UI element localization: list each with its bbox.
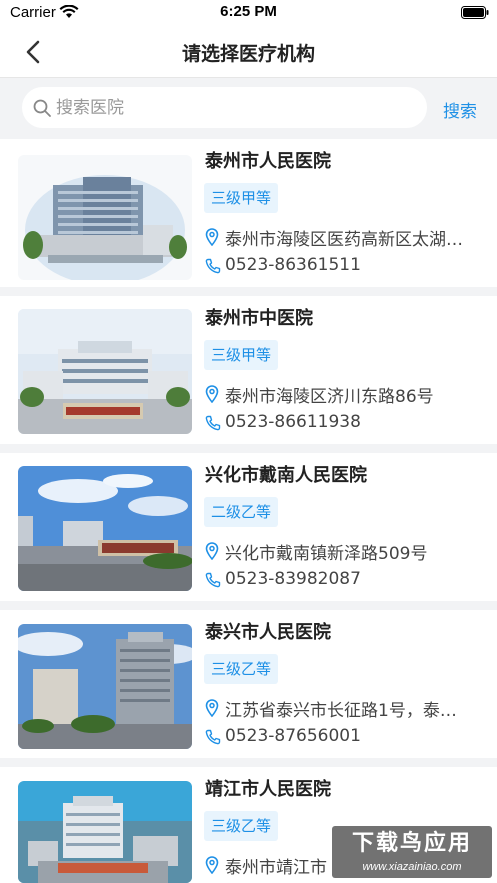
hospital-card[interactable]: 泰州市中医院 三级甲等 泰州市海陵区济川东路86号 0523-86611938 (0, 296, 497, 444)
search-button[interactable]: 搜索 (443, 97, 477, 122)
hospital-address: 泰州市海陵区济川东路86号 (225, 387, 434, 407)
address-row: 江苏省泰兴市长征路1号，泰… (205, 696, 493, 721)
hospital-photo (18, 781, 192, 883)
search-input[interactable] (56, 87, 416, 128)
status-bar: Carrier 6:25 PM (0, 0, 497, 26)
hospital-photo (18, 466, 192, 591)
hospital-card[interactable]: 泰州市人民医院 三级甲等 泰州市海陵区医药高新区太湖… 0523-8636151… (0, 139, 497, 287)
level-badge: 二级乙等 (204, 497, 279, 527)
search-box[interactable] (22, 87, 427, 128)
status-time: 6:25 PM (220, 3, 277, 20)
watermark-logo: 下载鸟应用 www.xiazainiao.com (332, 826, 492, 878)
level-badge: 三级乙等 (204, 811, 279, 841)
location-pin-icon (205, 699, 219, 717)
phone-icon (205, 258, 221, 274)
page-title: 请选择医疗机构 (181, 43, 315, 65)
phone-icon (205, 415, 221, 431)
phone-row: 0523-86361511 (205, 255, 493, 279)
hospital-photo (18, 155, 192, 280)
search-bar: 搜索 (0, 78, 497, 139)
hospital-address: 江苏省泰兴市长征路1号，泰… (225, 701, 457, 721)
hospital-card[interactable]: 兴化市戴南人民医院 二级乙等 兴化市戴南镇新泽路509号 0523-839820… (0, 453, 497, 601)
hospital-name: 靖江市人民医院 (205, 779, 331, 800)
hospital-card[interactable]: 泰兴市人民医院 三级乙等 江苏省泰兴市长征路1号，泰… 0523-8765600… (0, 610, 497, 758)
search-icon (33, 99, 51, 117)
hospital-name: 泰州市人民医院 (205, 151, 331, 172)
phone-row: 0523-87656001 (205, 726, 493, 750)
watermark-title: 下载鸟应用 (351, 831, 472, 856)
hospital-phone: 0523-86361511 (225, 255, 361, 275)
hospital-name: 泰兴市人民医院 (205, 622, 331, 643)
location-pin-icon (205, 228, 219, 246)
hospital-photo (18, 309, 192, 434)
hospital-phone: 0523-83982087 (225, 569, 361, 589)
address-row: 泰州市海陵区医药高新区太湖… (205, 225, 493, 250)
location-pin-icon (205, 856, 219, 874)
level-badge: 三级乙等 (204, 654, 279, 684)
phone-row: 0523-86611938 (205, 412, 493, 436)
location-pin-icon (205, 542, 219, 560)
phone-row: 0523-83982087 (205, 569, 493, 593)
location-pin-icon (205, 385, 219, 403)
phone-icon (205, 572, 221, 588)
phone-icon (205, 729, 221, 745)
level-badge: 三级甲等 (204, 183, 279, 213)
address-row: 泰州市海陵区济川东路86号 (205, 382, 493, 407)
address-row: 兴化市戴南镇新泽路509号 (205, 539, 493, 564)
hospital-name: 泰州市中医院 (205, 308, 313, 329)
nav-bar: 请选择医疗机构 (0, 26, 497, 78)
hospital-phone: 0523-87656001 (225, 726, 361, 746)
battery-icon (461, 6, 489, 19)
hospital-phone: 0523-86611938 (225, 412, 361, 432)
level-badge: 三级甲等 (204, 340, 279, 370)
watermark-url: www.xiazainiao.com (362, 861, 462, 873)
hospital-address: 泰州市海陵区医药高新区太湖… (225, 230, 463, 250)
hospital-address: 兴化市戴南镇新泽路509号 (225, 544, 428, 564)
hospital-name: 兴化市戴南人民医院 (205, 465, 367, 486)
hospital-photo (18, 624, 192, 749)
